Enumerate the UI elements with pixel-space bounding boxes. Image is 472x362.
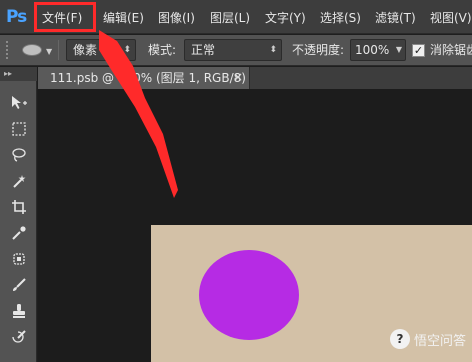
document-tab-title: 111.psb @ 100% (图层 1, RGB/8) (50, 71, 246, 85)
mode-select[interactable]: 正常 ⬍ (184, 39, 282, 61)
purple-ellipse-shape[interactable] (199, 250, 299, 340)
unit-select[interactable]: 像素 ⬍ (66, 39, 136, 61)
options-divider (58, 40, 59, 60)
antialias-checkbox[interactable]: ✓ (412, 44, 425, 57)
tools-panel-collapse-icon[interactable]: ▸▸ (0, 67, 37, 81)
options-bar: ▼ 像素 ⬍ 模式: 正常 ⬍ 不透明度: 100% ▼ ✓ 消除锯齿 (0, 35, 472, 66)
opacity-value: 100% (355, 43, 390, 57)
document-tab-bar: 111.psb @ 100% (图层 1, RGB/8) × (38, 67, 472, 89)
magic-wand-tool-icon[interactable] (7, 173, 31, 195)
antialias-label: 消除锯齿 (430, 43, 472, 57)
move-tool-icon[interactable] (7, 95, 31, 117)
close-icon[interactable]: × (233, 70, 243, 84)
marquee-tool-icon[interactable] (7, 121, 31, 143)
tools-panel: ▸▸ (0, 67, 37, 362)
lasso-tool-icon[interactable] (7, 147, 31, 169)
ellipse-tool-icon[interactable] (22, 44, 42, 56)
crop-tool-icon[interactable] (7, 199, 31, 221)
menu-type[interactable]: 文字(Y) (265, 8, 306, 28)
watermark-text: 悟空问答 (413, 333, 466, 349)
menu-image[interactable]: 图像(I) (158, 8, 195, 28)
opacity-label: 不透明度: (292, 43, 345, 57)
opacity-dropdown-icon: ▼ (395, 45, 402, 54)
brush-tool-icon[interactable] (7, 277, 31, 299)
photoshop-logo: Ps (6, 7, 27, 27)
unit-select-arrow-icon: ⬍ (123, 45, 131, 55)
opacity-field[interactable]: 100% ▼ (350, 39, 406, 61)
unit-select-value: 像素 (73, 43, 98, 57)
tool-preset-caret-icon[interactable]: ▼ (46, 47, 52, 56)
menu-filter[interactable]: 滤镜(T) (375, 8, 416, 28)
menu-select[interactable]: 选择(S) (320, 8, 361, 28)
eyedropper-tool-icon[interactable] (7, 225, 31, 247)
wukong-logo-icon: ? (389, 329, 410, 349)
history-brush-tool-icon[interactable] (7, 329, 31, 351)
options-grip[interactable] (6, 41, 10, 59)
mode-select-arrow-icon: ⬍ (269, 45, 277, 55)
canvas-workspace[interactable] (38, 89, 472, 362)
watermark: ? 悟空问答 (389, 326, 466, 352)
document-tab[interactable]: 111.psb @ 100% (图层 1, RGB/8) × (38, 67, 250, 89)
mode-label: 模式: (148, 43, 177, 57)
photoshop-window: Ps 文件(F) 编辑(E) 图像(I) 图层(L) 文字(Y) 选择(S) 滤… (0, 0, 472, 362)
menu-file-highlight-box (34, 2, 96, 32)
spot-healing-tool-icon[interactable] (7, 251, 31, 273)
mode-select-value: 正常 (191, 43, 216, 57)
menu-view[interactable]: 视图(V) (430, 8, 472, 28)
menu-layer[interactable]: 图层(L) (210, 8, 250, 28)
menu-edit[interactable]: 编辑(E) (103, 8, 144, 28)
menu-bar: Ps 文件(F) 编辑(E) 图像(I) 图层(L) 文字(Y) 选择(S) 滤… (0, 0, 472, 34)
clone-stamp-tool-icon[interactable] (7, 303, 31, 325)
